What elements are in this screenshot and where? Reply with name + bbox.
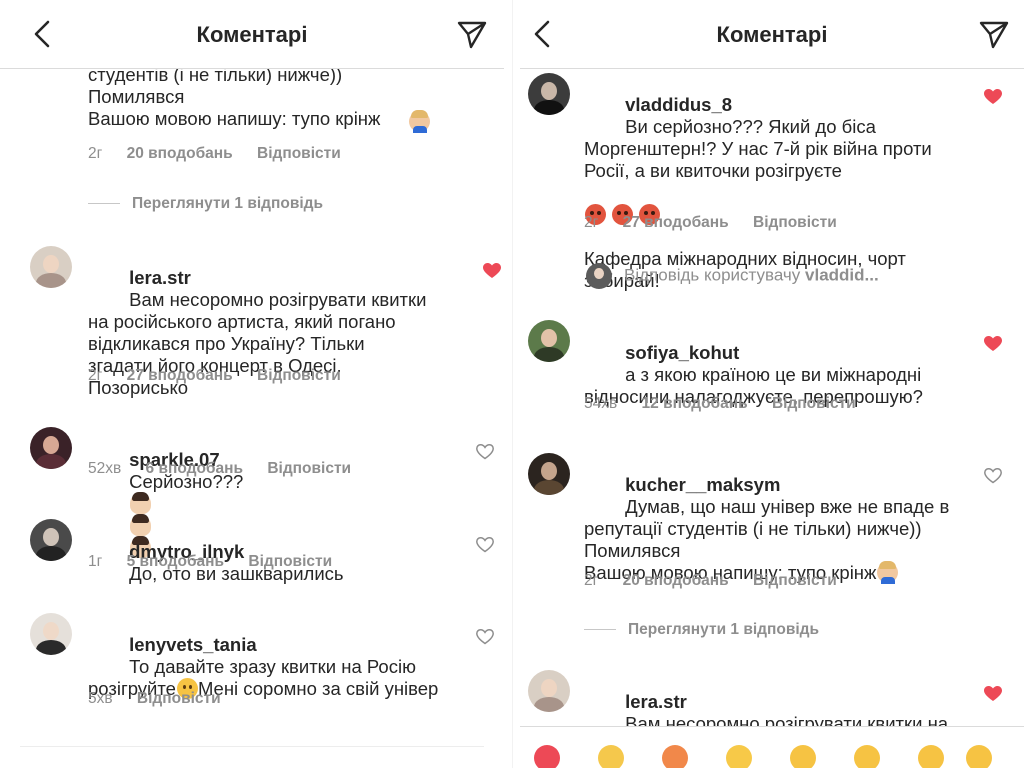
comment-time: 2г — [584, 214, 599, 231]
surprised-face-emoji-icon[interactable] — [918, 745, 944, 768]
likes-count[interactable]: 20 вподобань — [127, 145, 233, 162]
reply-button[interactable]: Відповісти — [257, 145, 341, 162]
comment-username[interactable]: kucher__maksym — [625, 474, 780, 495]
facepalm-emoji-icon — [409, 110, 430, 133]
person-emoji-icon — [130, 492, 152, 514]
replies-line — [584, 629, 616, 631]
avatar[interactable] — [30, 246, 72, 288]
avatar — [586, 263, 612, 289]
replies-line — [88, 203, 120, 205]
comment-meta: 1г 5 вподобань Відповісти — [88, 553, 352, 571]
comment-meta: 54хв 12 вподобань Відповісти — [584, 395, 876, 413]
comment-username[interactable]: lera.str — [129, 267, 191, 288]
likes-count[interactable]: 27 вподобань — [127, 367, 233, 384]
heart-outline-icon[interactable] — [476, 444, 494, 460]
avatar[interactable] — [528, 670, 570, 712]
heart-outline-icon[interactable] — [984, 468, 1002, 484]
comment-time: 2г — [584, 572, 599, 589]
avatar[interactable] — [528, 453, 570, 495]
likes-count[interactable]: 27 вподобань — [623, 214, 729, 231]
reply-button[interactable]: Відповісти — [257, 367, 341, 384]
reply-button[interactable]: Відповісти — [137, 690, 221, 707]
comment-username[interactable]: lera.str — [625, 691, 687, 712]
comment-meta: 52хв 6 вподобань Відповісти — [88, 460, 371, 478]
heart-icon[interactable] — [984, 89, 1002, 105]
comment-meta: 2г 27 вподобань Відповісти — [584, 214, 857, 232]
emoji-reaction-bar — [520, 726, 1024, 768]
likes-count[interactable]: 5 вподобань — [127, 553, 224, 570]
likes-count[interactable]: 20 вподобань — [623, 572, 729, 589]
page-title: Коментарі — [196, 22, 308, 47]
comment-username[interactable]: lenyvets_tania — [129, 634, 257, 655]
comment-time: 52хв — [88, 460, 122, 477]
comment-time: 2г — [88, 367, 103, 384]
comment-meta: 2г 27 вподобань Відповісти — [88, 367, 361, 385]
heart-icon[interactable] — [483, 263, 501, 279]
facepalm-emoji-icon — [877, 561, 899, 584]
heart-emoji-icon[interactable] — [534, 745, 560, 768]
comments-panel-left: Коментарі студентів (і не тільки) нижче)… — [0, 0, 504, 768]
reply-button[interactable]: Відповісти — [248, 553, 332, 570]
avatar[interactable] — [528, 320, 570, 362]
likes-count[interactable]: 6 вподобань — [146, 460, 243, 477]
paper-plane-icon[interactable] — [978, 20, 1010, 50]
reply-button[interactable]: Відповісти — [753, 214, 837, 231]
laughing-face-emoji-icon[interactable] — [966, 745, 992, 768]
likes-count[interactable]: 12 вподобань — [642, 395, 748, 412]
comment-time: 5хв — [88, 690, 113, 707]
heart-outline-icon[interactable] — [476, 537, 494, 553]
comments-panel-right: Коментарі vladdidus_8 Ви серйозно??? Яки… — [520, 0, 1024, 768]
reply-button[interactable]: Відповісти — [267, 460, 351, 477]
raised-hands-emoji-icon[interactable] — [726, 745, 752, 768]
comment-time: 1г — [88, 553, 103, 570]
comment-username[interactable]: sofiya_kohut — [625, 342, 739, 363]
heart-icon[interactable] — [984, 686, 1002, 702]
clap-emoji-icon[interactable] — [598, 745, 624, 768]
comment-username[interactable]: vladdidus_8 — [625, 94, 732, 115]
comment-time: 2г — [88, 145, 103, 162]
reply-to-indicator[interactable]: Відповідь користувачу vladdid... — [586, 263, 1004, 289]
comment-text: Ви серйозно??? Який до біса Моргенштерн!… — [584, 116, 937, 181]
view-replies-button[interactable]: Переглянути 1 відповідь — [584, 621, 819, 639]
comment-meta: 2г 20 вподобань Відповісти — [584, 572, 857, 590]
paper-plane-icon[interactable] — [456, 20, 488, 50]
heart-icon[interactable] — [984, 336, 1002, 352]
crying-face-emoji-icon[interactable] — [790, 745, 816, 768]
heart-outline-icon[interactable] — [476, 629, 494, 645]
avatar[interactable] — [528, 73, 570, 115]
comment-meta: 5хв Відповісти — [88, 690, 241, 708]
comments-header: Коментарі — [520, 0, 1024, 69]
page-title: Коментарі — [716, 22, 828, 47]
comment-text: Думав, що наш універ вже не впаде в репу… — [584, 496, 950, 583]
avatar[interactable] — [30, 427, 72, 469]
reply-button[interactable]: Відповісти — [753, 572, 837, 589]
comment-text: студентів (і не тільки) нижче)) Помилявс… — [88, 64, 381, 129]
comment-time: 54хв — [584, 395, 618, 412]
comments-header: Коментарі — [0, 0, 504, 69]
avatar[interactable] — [30, 613, 72, 655]
fire-emoji-icon[interactable] — [662, 745, 688, 768]
avatar[interactable] — [30, 519, 72, 561]
view-replies-button[interactable]: Переглянути 1 відповідь — [88, 195, 323, 213]
heart-eyes-emoji-icon[interactable] — [854, 745, 880, 768]
panel-divider — [512, 0, 513, 768]
comment-meta: 2г 20 вподобань Відповісти — [88, 145, 361, 163]
divider — [20, 746, 484, 747]
reply-button[interactable]: Відповісти — [772, 395, 856, 412]
